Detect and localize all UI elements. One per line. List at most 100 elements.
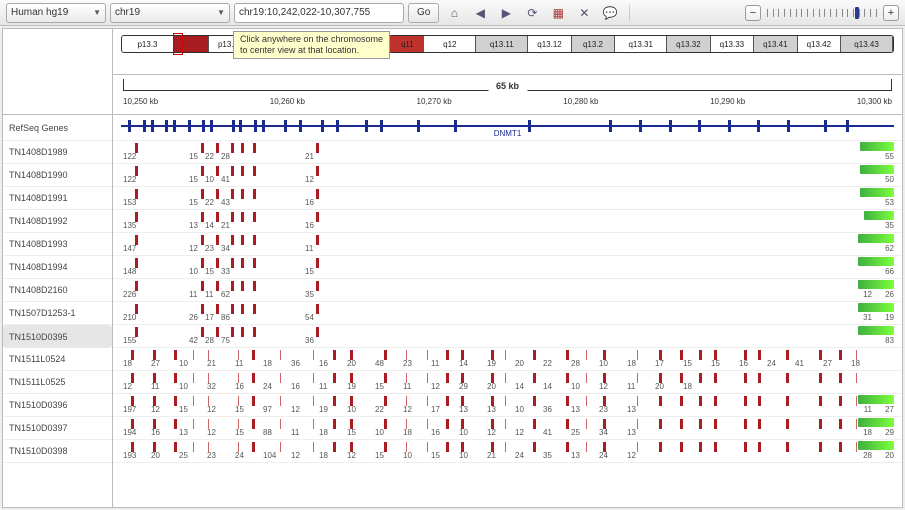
- locus-input[interactable]: chr19:10,242,022-10,307,755: [234, 3, 404, 23]
- data-track[interactable]: 1531522431653: [113, 187, 902, 210]
- locus-value: chr19:10,242,022-10,307,755: [239, 7, 370, 18]
- ideogram-band[interactable]: q13.11: [476, 36, 528, 52]
- back-icon[interactable]: ◀: [469, 3, 491, 23]
- refseq-track-name[interactable]: RefSeq Genes: [3, 115, 112, 141]
- exon: [846, 120, 849, 132]
- track-name[interactable]: TN1408D1992: [3, 210, 112, 233]
- ideogram-band[interactable]: q12: [424, 36, 476, 52]
- data-track[interactable]: 1471223341162: [113, 233, 902, 256]
- accent-bar: [860, 142, 894, 151]
- exon: [669, 120, 672, 132]
- zoom-slider[interactable]: [767, 9, 877, 17]
- gene-line: [121, 125, 894, 127]
- genome-select[interactable]: Human hg19 ▼: [6, 3, 106, 23]
- track-name[interactable]: TN1511L0524: [3, 348, 112, 371]
- tooltip-icon[interactable]: 💬: [599, 3, 621, 23]
- ideogram-tooltip: Click anywhere on the chromosome to cent…: [233, 31, 390, 59]
- track-counts: 1221510411250: [113, 175, 902, 186]
- ideogram-band[interactable]: q13.41: [754, 36, 797, 52]
- data-track[interactable]: 1221522282155: [113, 141, 902, 164]
- ideogram-band[interactable]: q13.33: [711, 36, 754, 52]
- zoom-thumb[interactable]: [855, 7, 859, 19]
- track-name[interactable]: TN1408D1993: [3, 233, 112, 256]
- exon: [165, 120, 168, 132]
- data-track[interactable]: 1351314211635: [113, 210, 902, 233]
- chevron-down-icon: ▼: [93, 8, 101, 17]
- exon: [321, 120, 324, 132]
- track-counts: 1221522282155: [113, 152, 902, 163]
- track-name[interactable]: TN1408D1989: [3, 141, 112, 164]
- data-track[interactable]: 1221510411250: [113, 164, 902, 187]
- ideogram-band[interactable]: q13.12: [528, 36, 571, 52]
- zoom-group: − +: [745, 5, 899, 21]
- ideogram-band[interactable]: q13.2: [572, 36, 615, 52]
- data-track[interactable]: 1971215121597121910221217131310361323132…: [113, 394, 902, 417]
- clear-icon[interactable]: ✕: [573, 3, 595, 23]
- accent-bar: [858, 303, 894, 312]
- track-name[interactable]: TN1510D0398: [3, 440, 112, 463]
- track-counts: 1531522431653: [113, 198, 902, 209]
- ideogram-band[interactable]: q13.42: [798, 36, 841, 52]
- data-track[interactable]: 1481015331566: [113, 256, 902, 279]
- exon: [336, 120, 339, 132]
- chevron-down-icon: ▼: [217, 8, 225, 17]
- exon: [365, 120, 368, 132]
- track-name[interactable]: TN1510D0396: [3, 394, 112, 417]
- track-name[interactable]: TN1510D0397: [3, 417, 112, 440]
- forward-icon[interactable]: ▶: [495, 3, 517, 23]
- exon: [824, 120, 827, 132]
- exon: [188, 120, 191, 132]
- track-counts: 1471223341162: [113, 244, 902, 255]
- home-icon[interactable]: ⌂: [443, 3, 465, 23]
- track-name[interactable]: TN1510D0395: [3, 325, 112, 348]
- exon: [151, 120, 154, 132]
- track-name[interactable]: TN1408D1991: [3, 187, 112, 210]
- track-counts: 1211103216241611191511122920141410121120…: [113, 382, 902, 393]
- data-track[interactable]: 226111162352612: [113, 279, 902, 302]
- track-name[interactable]: TN1507D1253-1: [3, 302, 112, 325]
- ruler-spacer: [3, 29, 112, 115]
- exon: [232, 120, 235, 132]
- accent-bar: [858, 395, 894, 404]
- ruler-tick: 10,290 kb: [710, 97, 745, 106]
- ideogram-band[interactable]: q13.31: [615, 36, 667, 52]
- data-track[interactable]: 1827102111183616204823111419202228101817…: [113, 348, 902, 371]
- data-track[interactable]: 1932025232410412181215101510212435132412…: [113, 440, 902, 463]
- zoom-out-button[interactable]: −: [745, 5, 761, 21]
- data-track[interactable]: 1211103216241611191511122920141410121120…: [113, 371, 902, 394]
- ideogram-band[interactable]: q11: [390, 36, 424, 52]
- track-name[interactable]: TN1408D1990: [3, 164, 112, 187]
- track-name[interactable]: TN1408D1994: [3, 256, 112, 279]
- chromosome-value: chr19: [115, 7, 140, 18]
- track-names-column: RefSeq Genes TN1408D1989TN1408D1990TN140…: [3, 29, 113, 507]
- ideogram-band[interactable]: q13.32: [667, 36, 710, 52]
- accent-bar: [858, 441, 894, 450]
- data-track[interactable]: 1554228753683: [113, 325, 902, 348]
- separator: [629, 5, 630, 21]
- exon: [299, 120, 302, 132]
- go-button[interactable]: Go: [408, 3, 439, 23]
- accent-bar: [858, 280, 894, 289]
- exon: [202, 120, 205, 132]
- track-name[interactable]: TN1408D2160: [3, 279, 112, 302]
- exon: [254, 120, 257, 132]
- data-track[interactable]: 210261786541931: [113, 302, 902, 325]
- region-icon[interactable]: ▦: [547, 3, 569, 23]
- ideogram-band[interactable]: p13.3: [122, 36, 174, 52]
- ruler-tick: 10,260 kb: [270, 97, 305, 106]
- ideogram-band[interactable]: q13.43: [841, 36, 893, 52]
- accent-bar: [860, 188, 894, 197]
- track-counts: 1941613121588111815101816101212412534132…: [113, 428, 902, 439]
- chromosome-select[interactable]: chr19 ▼: [110, 3, 230, 23]
- refseq-track[interactable]: DNMT1: [113, 115, 902, 141]
- data-track[interactable]: 1941613121588111815101816101212412534132…: [113, 417, 902, 440]
- refresh-icon[interactable]: ⟳: [521, 3, 543, 23]
- track-counts: 1554228753683: [113, 336, 902, 347]
- exon: [262, 120, 265, 132]
- exon: [143, 120, 146, 132]
- track-counts: 1827102111183616204823111419202228101817…: [113, 359, 902, 370]
- zoom-in-button[interactable]: +: [883, 5, 899, 21]
- track-counts: 226111162352612: [113, 290, 902, 301]
- gene-label: DNMT1: [494, 129, 522, 138]
- track-name[interactable]: TN1511L0525: [3, 371, 112, 394]
